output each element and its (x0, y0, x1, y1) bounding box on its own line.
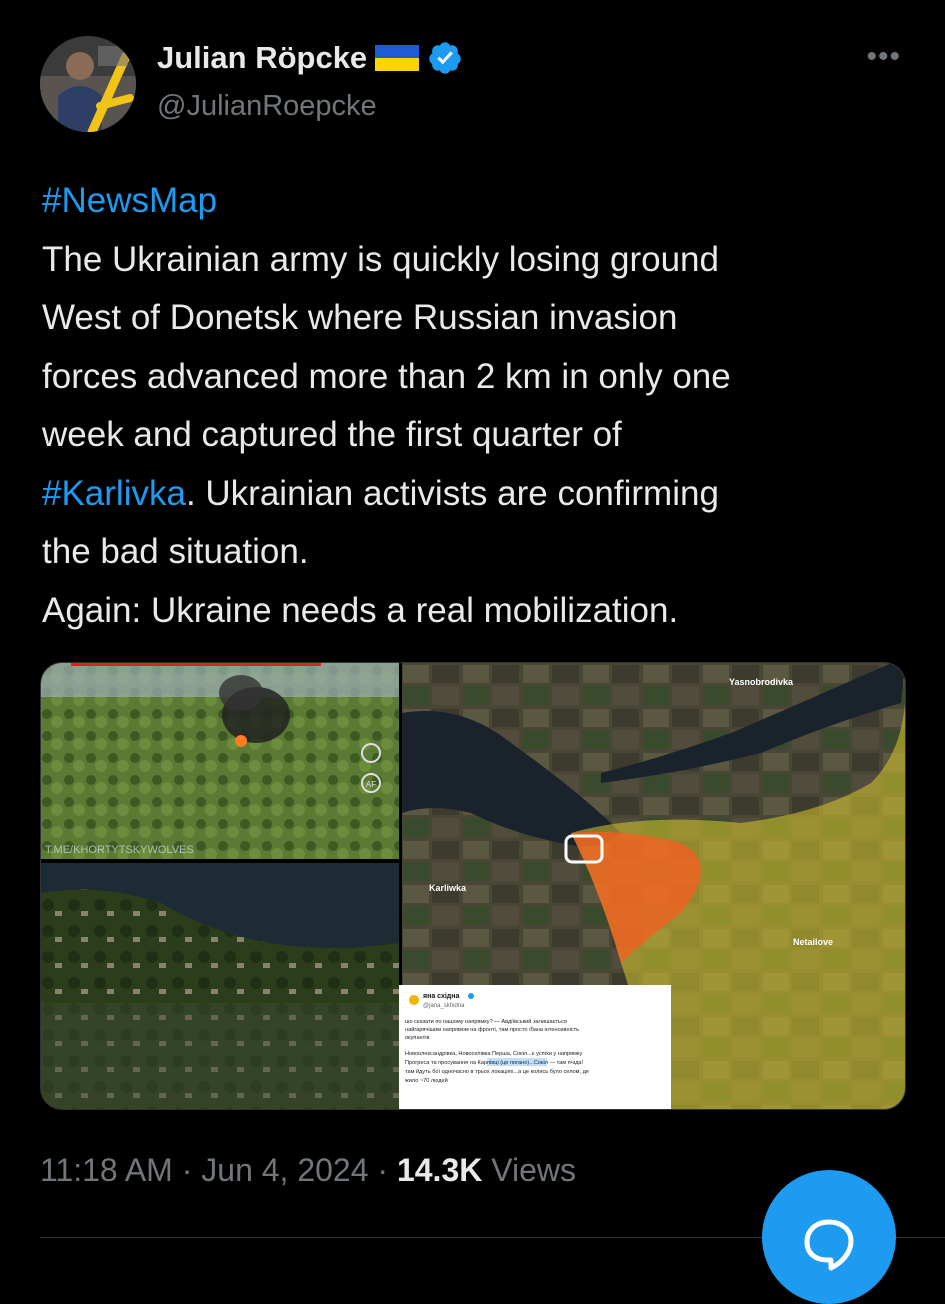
avatar-image (40, 36, 136, 132)
embedded-post-text: жило ~70 людей (405, 1077, 448, 1084)
author-handle[interactable]: @JulianRoepcke (157, 90, 377, 123)
ukraine-flag-icon (375, 45, 420, 71)
embedded-post-text-b: ...Сокіл — там п•зда! (529, 1060, 583, 1066)
drone-hud-af: AF (366, 780, 376, 789)
map-label-yasnobrodivka: Yasnobrodivka (729, 677, 794, 687)
map-label-karliwka: Karliwka (429, 883, 467, 893)
avatar[interactable] (40, 36, 136, 132)
tweet-line: West of Donetsk where Russian invasion (42, 298, 678, 337)
tweet-date[interactable]: Jun 4, 2024 (201, 1152, 368, 1188)
embedded-post-text-a: Прогреса та просування на (405, 1060, 478, 1066)
meta-separator: · (368, 1152, 397, 1188)
tweet-text: #NewsMap The Ukrainian army is quickly l… (42, 172, 902, 640)
author-display-name[interactable]: Julian Röpcke (157, 40, 367, 76)
tweet-media-image[interactable]: AF T.ME/KHORTYTSKYWOLVES Yasnobrodivka K… (40, 662, 906, 1110)
meta-separator: · (172, 1152, 202, 1188)
embedded-post-text: окупантів (405, 1035, 429, 1041)
embedded-post-name: яна східна (423, 992, 459, 1000)
tweet-line: The Ukrainian army is quickly losing gro… (42, 239, 719, 279)
embedded-post-handle: @jana_skhidna (423, 1003, 465, 1009)
views-count[interactable]: 14.3K (397, 1152, 482, 1188)
embedded-post-highlight: Карлівці (це погано) (478, 1060, 530, 1066)
more-options-icon[interactable]: ••• (866, 40, 901, 74)
author-name-row[interactable]: Julian Röpcke (157, 40, 463, 76)
embedded-post-text: Прогреса та просування на Карлівці (це п… (405, 1060, 583, 1066)
embedded-post-text: там йдуть бої одночасно в трьох локаціях… (405, 1068, 589, 1075)
embedded-post-text: найгарячішим напрямом на фронті, там про… (405, 1026, 579, 1033)
map-collage-image: AF T.ME/KHORTYTSKYWOLVES Yasnobrodivka K… (41, 663, 905, 1109)
map-label-netailove: Netailove (793, 937, 833, 947)
media-watermark: T.ME/KHORTYTSKYWOLVES (45, 844, 194, 856)
tweet-line: week and captured the first quarter of (42, 415, 622, 454)
compose-reply-icon (804, 1219, 854, 1271)
hashtag-karlivka[interactable]: #Karlivka (42, 474, 186, 513)
tweet-meta: 11:18 AM · Jun 4, 2024 · 14.3K Views (40, 1152, 576, 1189)
views-label: Views (482, 1152, 577, 1188)
verified-badge-icon (429, 42, 461, 74)
tweet-line: the bad situation. (42, 532, 309, 571)
tweet-time[interactable]: 11:18 AM (40, 1152, 173, 1188)
embedded-post-text: шо сказати по нашому напрямку? — Авдіївс… (405, 1018, 567, 1025)
compose-button[interactable] (762, 1170, 896, 1304)
embedded-post-text: Новоолександрівка, Новоселівка Перша, Со… (405, 1051, 582, 1057)
hashtag-newsmap[interactable]: #NewsMap (42, 181, 217, 220)
tweet-line: Again: Ukraine needs a real mobilization… (42, 590, 679, 630)
tweet-line: forces advanced more than 2 km in only o… (42, 356, 731, 396)
tweet-line: . Ukrainian activists are confirming (185, 473, 719, 513)
